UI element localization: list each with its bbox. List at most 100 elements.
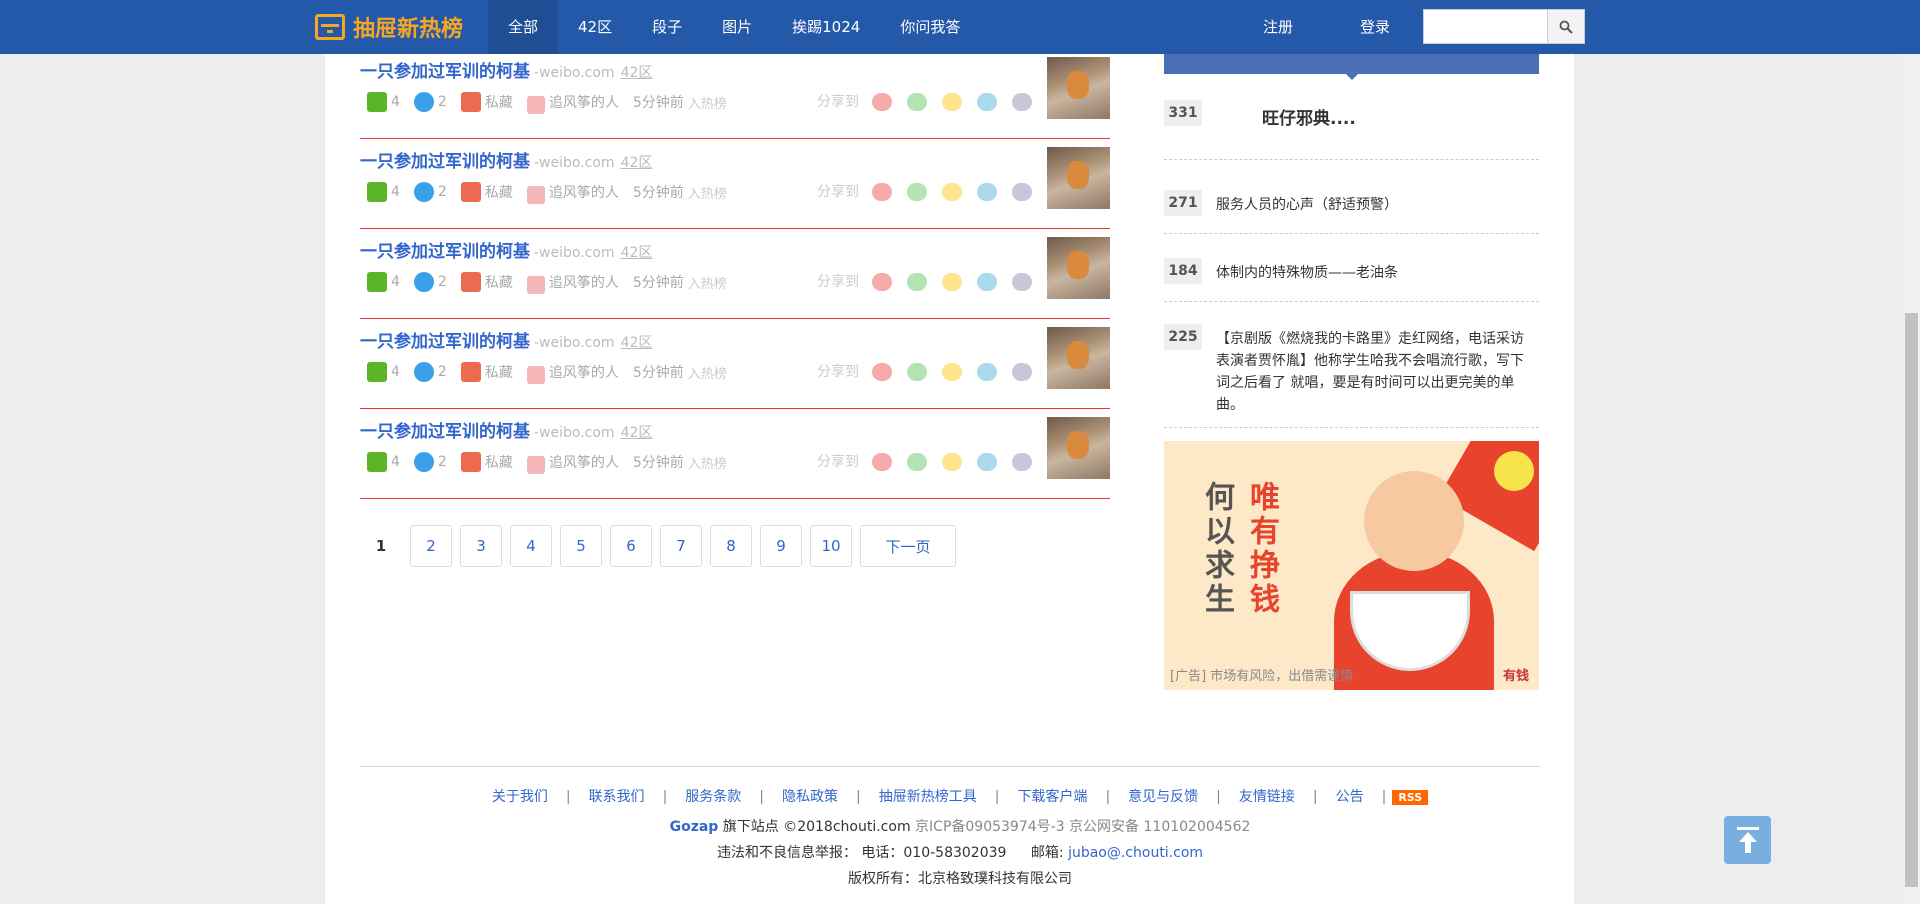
like-button[interactable]: 4 — [367, 452, 400, 472]
weibo-icon[interactable] — [872, 273, 892, 291]
rank-item[interactable]: 331 旺仔邪典.... — [1164, 100, 1539, 160]
item-title-link[interactable]: 一只参加过军训的柯基 — [360, 62, 530, 82]
author-link[interactable]: 追风筝的人 — [526, 360, 619, 384]
author-link[interactable]: 追风筝的人 — [526, 180, 619, 204]
gozap-logo[interactable]: Gozap — [670, 819, 719, 835]
item-zone-link[interactable]: 42区 — [621, 335, 653, 351]
page-9[interactable]: 9 — [760, 525, 802, 567]
favorite-button[interactable]: 私藏 — [460, 272, 513, 292]
qzone-icon[interactable] — [977, 453, 997, 471]
comment-button[interactable]: 2 — [413, 272, 447, 292]
rank-item[interactable]: 184 体制内的特殊物质——老油条 — [1164, 258, 1539, 302]
footer-link-friends[interactable]: 友情链接 — [1239, 789, 1295, 805]
nav-pictures[interactable]: 图片 — [702, 0, 772, 54]
like-button[interactable]: 4 — [367, 362, 400, 382]
footer-link-download[interactable]: 下载客户端 — [1017, 789, 1087, 805]
weibo-icon[interactable] — [872, 183, 892, 201]
comment-button[interactable]: 2 — [413, 182, 447, 202]
rank-text[interactable]: 服务人员的心声（舒适预警） — [1216, 194, 1536, 216]
rank-item[interactable]: 225 【京剧版《燃烧我的卡路里》走红网络，电话采访表演者贾怀胤】他称学生哈我不… — [1164, 324, 1539, 428]
douban-icon[interactable] — [907, 363, 927, 381]
author-link[interactable]: 追风筝的人 — [526, 450, 619, 474]
page-6[interactable]: 6 — [610, 525, 652, 567]
footer-mail-link[interactable]: jubao@.chouti.com — [1068, 845, 1203, 861]
page-3[interactable]: 3 — [460, 525, 502, 567]
item-thumbnail[interactable] — [1047, 57, 1110, 119]
douban-icon[interactable] — [907, 183, 927, 201]
rss-icon[interactable]: RSS — [1392, 789, 1429, 805]
item-thumbnail[interactable] — [1047, 417, 1110, 479]
item-title-link[interactable]: 一只参加过军训的柯基 — [360, 422, 530, 442]
douban-icon[interactable] — [907, 453, 927, 471]
renren-icon[interactable] — [1012, 93, 1032, 111]
footer-link-tools[interactable]: 抽屉新热榜工具 — [879, 789, 977, 805]
favorite-button[interactable]: 私藏 — [460, 452, 513, 472]
star-icon[interactable] — [942, 453, 962, 471]
register-link[interactable]: 注册 — [1263, 0, 1293, 54]
site-logo[interactable]: 抽屉新热榜 — [315, 10, 463, 44]
rank-item[interactable]: 271 服务人员的心声（舒适预警） — [1164, 190, 1539, 234]
weibo-icon[interactable] — [872, 453, 892, 471]
item-zone-link[interactable]: 42区 — [621, 425, 653, 441]
qzone-icon[interactable] — [977, 273, 997, 291]
item-thumbnail[interactable] — [1047, 147, 1110, 209]
star-icon[interactable] — [942, 93, 962, 111]
qzone-icon[interactable] — [977, 363, 997, 381]
nav-42[interactable]: 42区 — [558, 0, 632, 54]
douban-icon[interactable] — [907, 93, 927, 111]
item-zone-link[interactable]: 42区 — [621, 65, 653, 81]
author-link[interactable]: 追风筝的人 — [526, 90, 619, 114]
footer-link-terms[interactable]: 服务条款 — [685, 789, 741, 805]
page-5[interactable]: 5 — [560, 525, 602, 567]
scrollbar-thumb[interactable] — [1905, 313, 1918, 887]
comment-button[interactable]: 2 — [413, 452, 447, 472]
footer-link-notice[interactable]: 公告 — [1336, 789, 1364, 805]
like-button[interactable]: 4 — [367, 182, 400, 202]
rank-text[interactable]: 【京剧版《燃烧我的卡路里》走红网络，电话采访表演者贾怀胤】他称学生哈我不会唱流行… — [1216, 328, 1536, 416]
renren-icon[interactable] — [1012, 183, 1032, 201]
nav-all[interactable]: 全部 — [488, 0, 559, 54]
nav-qa[interactable]: 你问我答 — [880, 0, 980, 54]
author-link[interactable]: 追风筝的人 — [526, 270, 619, 294]
like-button[interactable]: 4 — [367, 92, 400, 112]
item-thumbnail[interactable] — [1047, 327, 1110, 389]
star-icon[interactable] — [942, 183, 962, 201]
douban-icon[interactable] — [907, 273, 927, 291]
qzone-icon[interactable] — [977, 183, 997, 201]
item-zone-link[interactable]: 42区 — [621, 245, 653, 261]
star-icon[interactable] — [942, 363, 962, 381]
renren-icon[interactable] — [1012, 363, 1032, 381]
sidebar-ad-banner[interactable]: 何以求生 唯有挣钱 [广告] 市场有风险，出借需谨慎 有钱 — [1164, 441, 1539, 690]
item-thumbnail[interactable] — [1047, 237, 1110, 299]
footer-link-feedback[interactable]: 意见与反馈 — [1128, 789, 1198, 805]
search-button[interactable] — [1547, 9, 1585, 44]
star-icon[interactable] — [942, 273, 962, 291]
qzone-icon[interactable] — [977, 93, 997, 111]
renren-icon[interactable] — [1012, 273, 1032, 291]
login-link[interactable]: 登录 — [1360, 0, 1390, 54]
rank-text[interactable]: 旺仔邪典.... — [1262, 108, 1582, 130]
favorite-button[interactable]: 私藏 — [460, 182, 513, 202]
page-10[interactable]: 10 — [810, 525, 852, 567]
item-title-link[interactable]: 一只参加过军训的柯基 — [360, 152, 530, 172]
like-button[interactable]: 4 — [367, 272, 400, 292]
back-to-top-button[interactable] — [1724, 816, 1771, 864]
footer-link-privacy[interactable]: 隐私政策 — [782, 789, 838, 805]
weibo-icon[interactable] — [872, 363, 892, 381]
page-7[interactable]: 7 — [660, 525, 702, 567]
rank-text[interactable]: 体制内的特殊物质——老油条 — [1216, 262, 1536, 284]
next-page-button[interactable]: 下一页 — [860, 525, 956, 567]
page-2[interactable]: 2 — [410, 525, 452, 567]
item-title-link[interactable]: 一只参加过军训的柯基 — [360, 242, 530, 262]
page-4[interactable]: 4 — [510, 525, 552, 567]
weibo-icon[interactable] — [872, 93, 892, 111]
favorite-button[interactable]: 私藏 — [460, 92, 513, 112]
nav-jokes[interactable]: 段子 — [632, 0, 702, 54]
page-8[interactable]: 8 — [710, 525, 752, 567]
footer-link-contact[interactable]: 联系我们 — [589, 789, 645, 805]
renren-icon[interactable] — [1012, 453, 1032, 471]
item-zone-link[interactable]: 42区 — [621, 155, 653, 171]
item-title-link[interactable]: 一只参加过军训的柯基 — [360, 332, 530, 352]
footer-link-about[interactable]: 关于我们 — [492, 789, 548, 805]
comment-button[interactable]: 2 — [413, 92, 447, 112]
